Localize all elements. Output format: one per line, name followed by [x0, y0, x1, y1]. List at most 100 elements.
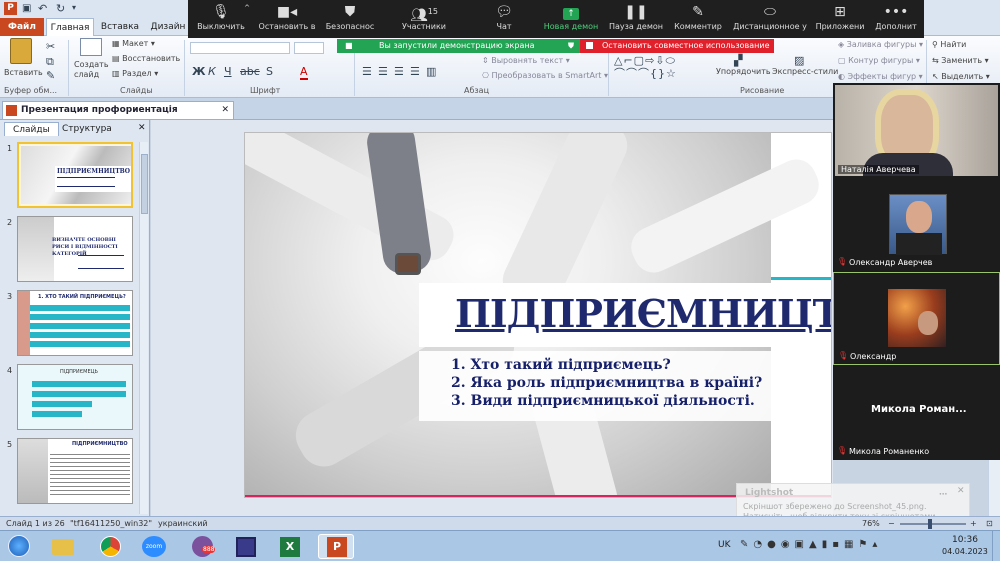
shape-outline-button[interactable]: ▢ Контур фигуры ▾: [838, 56, 920, 65]
annotate-button[interactable]: ✎ Комментир: [670, 0, 726, 38]
new-share-button[interactable]: ↑ Новая демон: [540, 0, 602, 38]
scrollbar-thumb[interactable]: [141, 154, 148, 214]
security-button[interactable]: ⛊ Безопаснос: [322, 0, 378, 38]
tab-slides[interactable]: Слайды: [4, 122, 59, 136]
show-desktop-button[interactable]: [992, 531, 1000, 561]
zoom-in-icon[interactable]: +: [970, 517, 977, 531]
strikethrough-icon[interactable]: abc: [240, 65, 260, 78]
windows-logo-icon: [8, 535, 30, 557]
tab-outline[interactable]: Структура: [54, 122, 120, 136]
quick-styles-button[interactable]: ▨ Экспресс-стили: [772, 54, 838, 84]
stop-video-button[interactable]: ■◂ Остановить в: [254, 0, 320, 38]
video-tile-oleksandr-averchev[interactable]: 🎙︎ Олександр Аверчев: [833, 180, 1000, 272]
font-color-icon[interactable]: A: [300, 65, 308, 80]
zoom-slider[interactable]: [900, 523, 966, 525]
shape-effects-button[interactable]: ◐ Эффекты фигур ▾: [838, 72, 923, 81]
slide-thumbnail-2[interactable]: ВИЗНАЧТЕ ОСНОВНІ РИСИ І ВІДМІННОСТІ КАТЕ…: [17, 216, 133, 282]
current-slide[interactable]: ПІДПРИЄМНИЦТВО 1. Хто такий підприємець?…: [244, 132, 832, 498]
taskbar-chrome[interactable]: [92, 534, 128, 559]
columns-icon[interactable]: ▥: [426, 65, 436, 78]
font-size-box[interactable]: [294, 42, 324, 54]
replace-button[interactable]: ⇆ Заменить ▾: [932, 56, 989, 65]
input-language[interactable]: UK: [718, 540, 731, 550]
justify-icon[interactable]: ☰: [410, 65, 420, 78]
clock-date[interactable]: 04.04.2023: [942, 547, 988, 556]
video-tile-natalia[interactable]: Наталія Аверчева: [833, 83, 1000, 178]
remote-control-button[interactable]: ⬭ Дистанционное у: [730, 0, 810, 38]
shadow-text-icon[interactable]: S: [266, 65, 273, 78]
slide-thumbnail-4[interactable]: ПІДПРИЄМЕЦЬ: [17, 364, 133, 430]
align-left-icon[interactable]: ☰: [362, 65, 372, 78]
save-icon[interactable]: ▣: [22, 3, 31, 14]
quick-access-dropdown-icon[interactable]: ▾: [72, 3, 76, 12]
zoom-level[interactable]: 76%: [862, 517, 880, 531]
taskbar-viber[interactable]: 888: [184, 534, 220, 559]
paste-button[interactable]: Вставить: [4, 38, 43, 82]
body-box[interactable]: 1. Хто такий підприємець? 2. Яка роль пі…: [419, 351, 771, 421]
stop-share-button[interactable]: Остановить совместное использование: [580, 39, 774, 53]
slide-thumbnail-1[interactable]: ПІДПРИЄМНИЦТВО: [17, 142, 133, 208]
start-button[interactable]: [2, 534, 36, 559]
title-box[interactable]: ПІДПРИЄМНИЦТВО: [419, 283, 831, 347]
tab-home[interactable]: Главная: [46, 18, 94, 36]
clock-time[interactable]: 10:36: [952, 535, 978, 545]
fit-slide-icon[interactable]: ⊡: [986, 517, 993, 531]
redo-icon[interactable]: ↻: [56, 2, 65, 15]
tab-design[interactable]: Дизайн: [148, 18, 188, 36]
toast-menu-icon[interactable]: ꞏꞏꞏ: [939, 487, 947, 500]
chat-button[interactable]: 💬︎ Чат: [484, 0, 524, 38]
align-center-icon[interactable]: ☰: [378, 65, 388, 78]
create-slide-button[interactable]: Создать слайд: [72, 38, 110, 84]
taskbar-explorer[interactable]: [44, 534, 80, 559]
undo-icon[interactable]: ↶: [38, 2, 47, 15]
sharing-notice: ■ Вы запустили демонстрацию экрана ⛊: [337, 39, 580, 53]
underline-icon[interactable]: Ч: [224, 65, 232, 78]
italic-icon[interactable]: К: [208, 65, 216, 78]
language-indicator[interactable]: украинский: [158, 517, 208, 531]
thumbnails-scrollbar[interactable]: [139, 142, 148, 514]
video-tile-oleksandr[interactable]: 🎙︎ Олександр: [833, 272, 1000, 365]
cut-icon[interactable]: ✂: [46, 40, 55, 53]
pause-icon: ❚❚: [624, 4, 648, 20]
convert-smartart-button[interactable]: ⎔ Преобразовать в SmartArt ▾: [482, 71, 608, 80]
shape-outline-icon: ▢: [838, 56, 849, 65]
apps-button[interactable]: ⊞ Приложени: [814, 0, 866, 38]
taskbar-save-app[interactable]: [228, 534, 264, 559]
find-button[interactable]: ⚲ Найти: [932, 40, 966, 49]
arrange-button[interactable]: ▞ Упорядочить: [716, 54, 771, 84]
bold-icon[interactable]: Ж: [192, 65, 205, 78]
select-button[interactable]: ↖ Выделить ▾: [932, 72, 990, 81]
align-text-button[interactable]: ⇕ Выровнять текст ▾: [482, 56, 570, 65]
layout-button[interactable]: ▦ Макет ▾: [112, 39, 155, 48]
format-painter-icon[interactable]: ✎: [46, 69, 55, 82]
mute-button[interactable]: 🎙︎ Выключить ^: [190, 0, 252, 38]
slide-thumbnail-5[interactable]: ПІДПРИЄМНИЦТВО: [17, 438, 133, 504]
zoom-slider-thumb[interactable]: [928, 519, 932, 529]
toast-close-icon[interactable]: ✕: [957, 486, 965, 496]
copy-icon[interactable]: ⧉: [46, 55, 54, 69]
taskbar-excel[interactable]: X: [272, 534, 308, 559]
close-tab-icon[interactable]: ✕: [221, 102, 229, 119]
convert-smartart-label: Преобразовать в SmartArt: [491, 71, 602, 80]
participant-name: Наталія Аверчева: [838, 165, 919, 174]
font-name-box[interactable]: [190, 42, 290, 54]
slide-thumbnail-3[interactable]: 1. ХТО ТАКИЙ ПІДПРИЄМЕЦЬ?: [17, 290, 133, 356]
editor-scrollbar[interactable]: [988, 460, 1000, 516]
video-tile-mykola[interactable]: Микола Роман... 🎙︎ Микола Романенко: [833, 366, 1000, 460]
zoom-out-icon[interactable]: −: [888, 517, 895, 531]
tray-icons[interactable]: ✎◔●◉▣▲▮▪▦⚑▴: [740, 539, 882, 550]
section-button[interactable]: ▥ Раздел ▾: [112, 69, 158, 78]
restore-button[interactable]: ▤ Восстановить: [112, 54, 180, 63]
shape-fill-button[interactable]: ◈ Заливка фигуры ▾: [838, 40, 923, 49]
taskbar-zoom[interactable]: zoom: [136, 534, 172, 559]
more-button[interactable]: ••• Дополнит: [870, 0, 922, 38]
document-tab[interactable]: Презентация профориентація Підприємництв…: [2, 101, 234, 132]
tab-file[interactable]: Файл: [0, 18, 44, 36]
shapes-gallery[interactable]: △⌐▢⇨⇩⬭ ⌒⌒⌒{}☆: [614, 54, 710, 84]
close-panel-icon[interactable]: ✕: [138, 123, 146, 133]
tab-insert[interactable]: Вставка: [98, 18, 142, 36]
align-right-icon[interactable]: ☰: [394, 65, 404, 78]
taskbar-powerpoint[interactable]: P: [318, 534, 354, 559]
participants-button[interactable]: 👥︎15 Участники: [394, 0, 454, 38]
pause-share-button[interactable]: ❚❚ Пауза демон: [606, 0, 666, 38]
